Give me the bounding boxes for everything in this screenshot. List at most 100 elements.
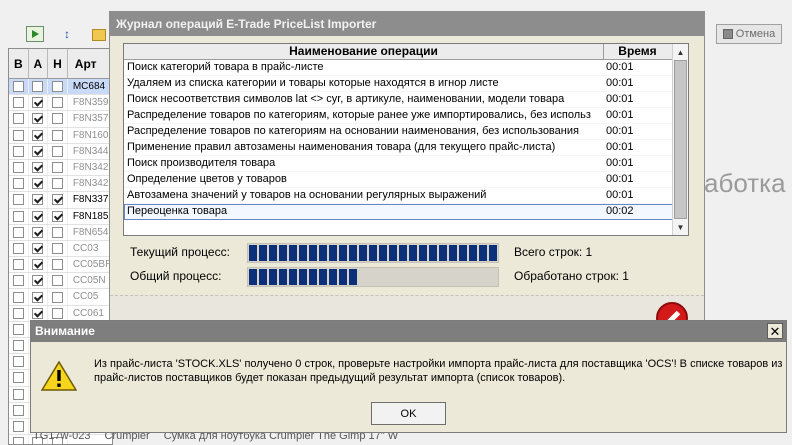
- visible-checkbox[interactable]: [12, 162, 24, 174]
- visible-checkbox[interactable]: [12, 145, 24, 157]
- operation-row[interactable]: Поиск категорий товара в прайс-листе 00:0…: [124, 60, 688, 76]
- operation-row[interactable]: Удаляем из списка категории и товары кот…: [124, 76, 688, 92]
- scroll-thumb[interactable]: [674, 60, 687, 219]
- new-checkbox[interactable]: [52, 291, 64, 303]
- ok-button[interactable]: OK: [371, 402, 446, 425]
- grid-row[interactable]: CC05BR: [9, 257, 112, 274]
- scroll-down-icon[interactable]: ▼: [673, 219, 688, 235]
- grid-row[interactable]: MC684: [9, 79, 112, 96]
- visible-checkbox[interactable]: [12, 81, 24, 93]
- visible-checkbox[interactable]: [12, 259, 24, 271]
- operations-table[interactable]: Наименование операции Время Поиск катего…: [123, 43, 689, 236]
- grid-row[interactable]: F8N654: [9, 224, 112, 241]
- new-checkbox[interactable]: [52, 145, 64, 157]
- visible-checkbox[interactable]: [12, 97, 24, 109]
- grid-row[interactable]: F8N357: [9, 111, 112, 128]
- close-icon[interactable]: ✕: [767, 323, 783, 339]
- visible-checkbox[interactable]: [12, 178, 24, 190]
- new-checkbox[interactable]: [52, 194, 64, 206]
- active-checkbox[interactable]: [32, 113, 44, 125]
- grid-header-v[interactable]: В: [9, 49, 29, 78]
- visible-checkbox[interactable]: [12, 194, 24, 206]
- visible-checkbox[interactable]: [12, 113, 24, 125]
- grid-row[interactable]: F8N160: [9, 127, 112, 144]
- visible-checkbox[interactable]: [12, 421, 24, 433]
- new-checkbox[interactable]: [52, 210, 64, 222]
- visible-checkbox[interactable]: [12, 323, 24, 335]
- new-checkbox[interactable]: [52, 275, 64, 287]
- visible-checkbox[interactable]: [12, 437, 24, 444]
- operation-row[interactable]: Переоценка товара 00:02: [124, 204, 688, 220]
- active-checkbox[interactable]: [32, 194, 44, 206]
- active-checkbox[interactable]: [32, 210, 44, 222]
- new-checkbox[interactable]: [52, 178, 64, 190]
- visible-checkbox[interactable]: [12, 242, 24, 254]
- visible-checkbox[interactable]: [12, 210, 24, 222]
- new-cell: [48, 224, 68, 240]
- visible-checkbox[interactable]: [12, 275, 24, 287]
- grid-row[interactable]: F8N344: [9, 143, 112, 160]
- column-operation-name[interactable]: Наименование операции: [124, 44, 604, 59]
- overall-process-fill: [249, 269, 358, 285]
- active-checkbox[interactable]: [32, 226, 44, 238]
- active-cell: [29, 111, 49, 127]
- sort-icon[interactable]: ↕: [58, 26, 76, 42]
- active-cell: [29, 79, 49, 95]
- new-checkbox[interactable]: [52, 81, 64, 93]
- new-checkbox[interactable]: [52, 226, 64, 238]
- operation-row[interactable]: Распределение товаров по категориям, кот…: [124, 108, 688, 124]
- new-checkbox[interactable]: [52, 113, 64, 125]
- operation-row[interactable]: Автозамена значений у товаров на основан…: [124, 188, 688, 204]
- cancel-button[interactable]: Отмена: [716, 24, 782, 44]
- grid-row[interactable]: F8N359: [9, 95, 112, 112]
- visible-checkbox[interactable]: [12, 307, 24, 319]
- visible-checkbox[interactable]: [12, 291, 24, 303]
- grid-row[interactable]: CC05N: [9, 273, 112, 290]
- grid-row[interactable]: F8N337: [9, 192, 112, 209]
- scroll-up-icon[interactable]: ▲: [673, 44, 688, 60]
- visible-checkbox[interactable]: [12, 340, 24, 352]
- operation-row[interactable]: Определение цветов у товаров 00:01: [124, 172, 688, 188]
- grid-row[interactable]: CC03: [9, 240, 112, 258]
- visible-checkbox[interactable]: [12, 356, 24, 368]
- active-checkbox[interactable]: [32, 242, 44, 254]
- grid-header-article[interactable]: Арт: [68, 49, 112, 78]
- grid-row[interactable]: F8N342: [9, 159, 112, 177]
- operations-scrollbar[interactable]: ▲ ▼: [672, 44, 688, 235]
- log-window-title[interactable]: Журнал операций E-Trade PriceList Import…: [110, 12, 704, 36]
- grid-row[interactable]: F8N342: [9, 176, 112, 193]
- grid-row[interactable]: F8N185: [9, 208, 112, 225]
- operation-row[interactable]: Поиск производителя товара 00:01: [124, 156, 688, 172]
- grid-header-a[interactable]: А: [29, 49, 49, 78]
- active-checkbox[interactable]: [32, 97, 44, 109]
- visible-checkbox[interactable]: [12, 226, 24, 238]
- new-checkbox[interactable]: [52, 242, 64, 254]
- active-checkbox[interactable]: [32, 275, 44, 287]
- operation-row[interactable]: Поиск несоответствия символов lat <> cyr…: [124, 92, 688, 108]
- active-checkbox[interactable]: [32, 81, 44, 93]
- column-time[interactable]: Время: [604, 44, 671, 59]
- new-checkbox[interactable]: [52, 97, 64, 109]
- grid-header-n[interactable]: Н: [48, 49, 68, 78]
- new-checkbox[interactable]: [52, 307, 64, 319]
- operation-row[interactable]: Применение правил автозамены наименовани…: [124, 140, 688, 156]
- new-checkbox[interactable]: [52, 162, 64, 174]
- visible-checkbox[interactable]: [12, 388, 24, 400]
- active-checkbox[interactable]: [32, 145, 44, 157]
- active-checkbox[interactable]: [32, 129, 44, 141]
- active-checkbox[interactable]: [32, 307, 44, 319]
- folder-icon[interactable]: [92, 29, 106, 41]
- visible-checkbox[interactable]: [12, 129, 24, 141]
- dialog-title[interactable]: Внимание: [31, 321, 786, 342]
- active-checkbox[interactable]: [32, 291, 44, 303]
- active-checkbox[interactable]: [32, 162, 44, 174]
- new-checkbox[interactable]: [52, 259, 64, 271]
- active-checkbox[interactable]: [32, 178, 44, 190]
- grid-row[interactable]: CC05: [9, 289, 112, 306]
- active-checkbox[interactable]: [32, 259, 44, 271]
- export-icon[interactable]: [26, 26, 44, 42]
- operation-row[interactable]: Распределение товаров по категориям на о…: [124, 124, 688, 140]
- visible-checkbox[interactable]: [12, 404, 24, 416]
- visible-checkbox[interactable]: [12, 372, 24, 384]
- new-checkbox[interactable]: [52, 129, 64, 141]
